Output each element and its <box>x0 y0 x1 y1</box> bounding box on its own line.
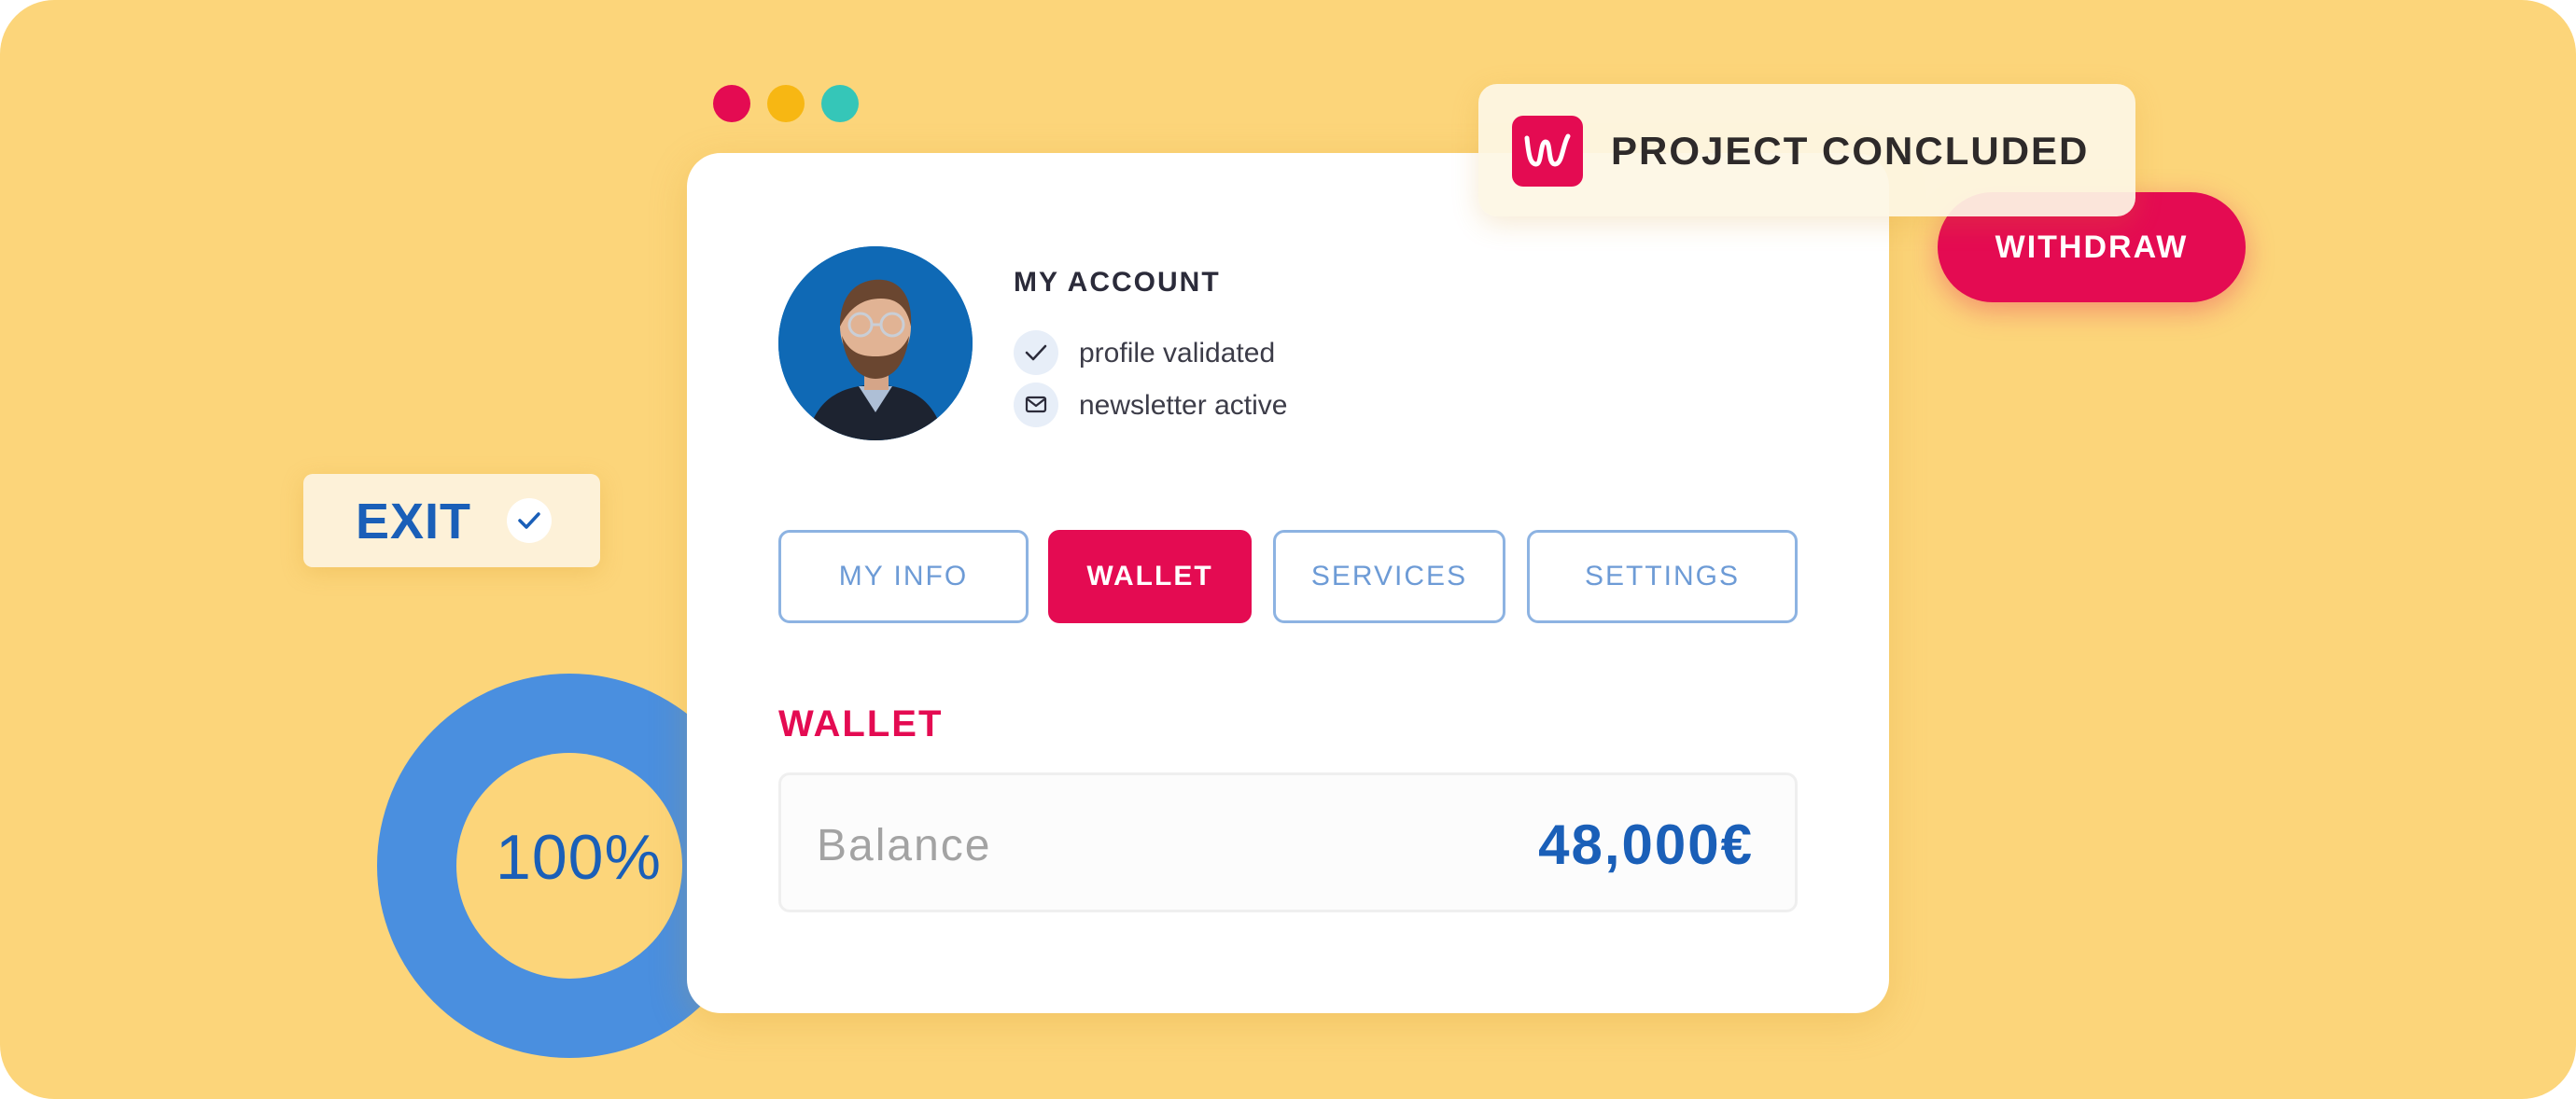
check-icon <box>1014 330 1058 375</box>
tab-wallet[interactable]: WALLET <box>1048 530 1252 623</box>
toast-message: PROJECT CONCLUDED <box>1611 129 2090 173</box>
window-close-dot[interactable] <box>713 85 750 122</box>
balance-value: 48,000€ <box>1538 814 1754 876</box>
background-canvas: 100% EXIT MY ACCOUNT profile validated n… <box>0 0 2576 1099</box>
check-icon <box>507 498 552 543</box>
wallet-heading: WALLET <box>778 703 944 744</box>
avatar <box>778 246 973 440</box>
project-concluded-toast: PROJECT CONCLUDED <box>1478 84 2135 216</box>
window-maximize-dot[interactable] <box>821 85 859 122</box>
exit-label: EXIT <box>356 494 472 550</box>
account-title: MY ACCOUNT <box>1014 267 1221 298</box>
balance-field: Balance 48,000€ <box>778 772 1798 912</box>
exit-chip[interactable]: EXIT <box>303 474 600 567</box>
status-text: newsletter active <box>1079 390 1288 421</box>
tab-settings[interactable]: SETTINGS <box>1527 530 1798 623</box>
mail-icon <box>1014 383 1058 427</box>
window-minimize-dot[interactable] <box>767 85 805 122</box>
brand-logo-icon <box>1512 116 1583 187</box>
balance-label: Balance <box>817 821 992 870</box>
progress-percentage: 100% <box>496 822 662 893</box>
account-card: MY ACCOUNT profile validated newsletter … <box>687 153 1889 1013</box>
status-text: profile validated <box>1079 338 1276 369</box>
tab-services[interactable]: SERVICES <box>1273 530 1505 623</box>
tab-my-info[interactable]: MY INFO <box>778 530 1029 623</box>
